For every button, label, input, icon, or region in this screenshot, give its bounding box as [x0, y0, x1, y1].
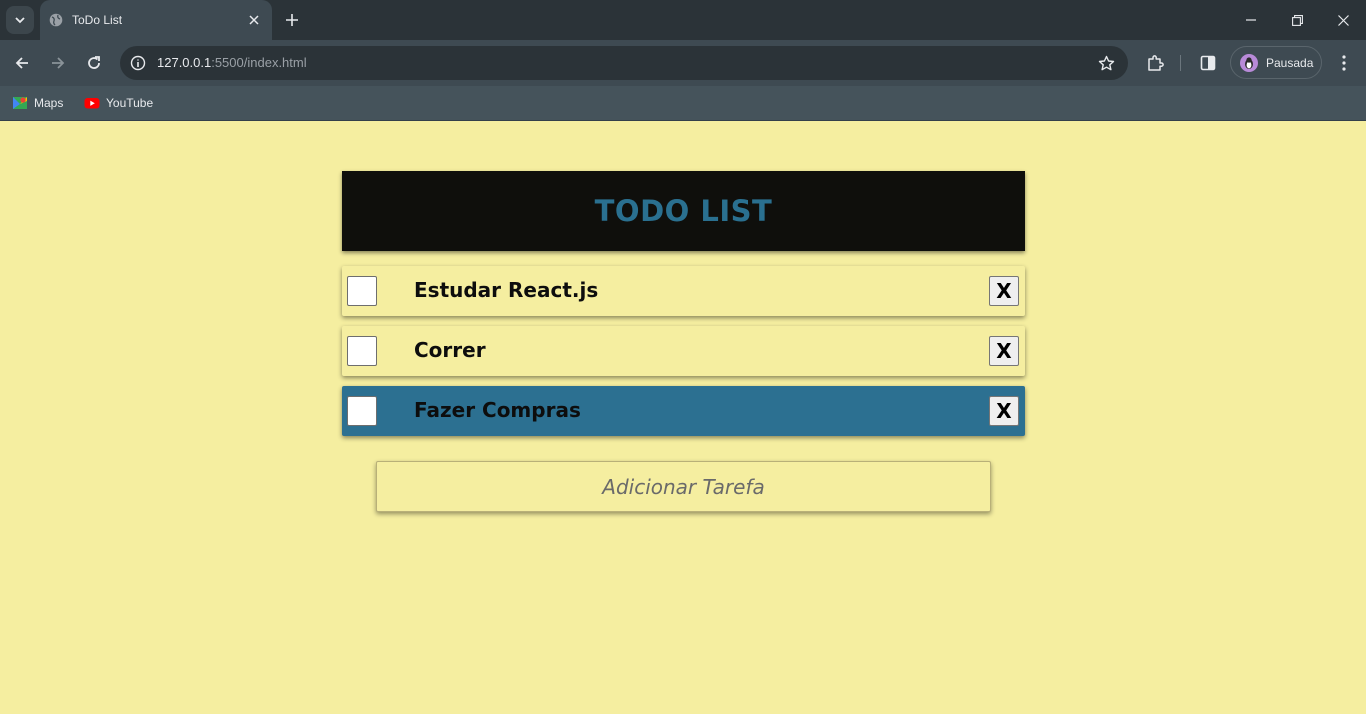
close-icon	[249, 15, 259, 25]
todo-item[interactable]: Estudar React.js X	[342, 266, 1025, 316]
reload-icon	[88, 56, 100, 69]
tab-close-button[interactable]	[244, 10, 264, 30]
close-icon	[1337, 14, 1349, 26]
youtube-icon	[84, 98, 100, 109]
bookmarks-bar: Maps YouTube	[0, 86, 1366, 121]
address-bar[interactable]: 127.0.0.1:5500/index.html	[120, 46, 1128, 80]
task-label: Fazer Compras	[414, 398, 581, 422]
browser-tab[interactable]: ToDo List	[40, 0, 272, 40]
delete-task-button[interactable]: X	[989, 336, 1019, 366]
profile-label: Pausada	[1266, 56, 1314, 70]
star-icon	[1098, 55, 1114, 70]
url-text: 127.0.0.1:5500/index.html	[157, 55, 307, 70]
add-task-input[interactable]	[376, 461, 991, 512]
forward-button[interactable]	[44, 49, 72, 77]
todo-item-highlighted[interactable]: Fazer Compras X	[342, 386, 1025, 436]
bookmark-youtube[interactable]: YouTube	[84, 93, 153, 113]
side-panel-button[interactable]	[1196, 51, 1220, 75]
delete-task-button[interactable]: X	[989, 276, 1019, 306]
site-info-button[interactable]	[126, 51, 150, 75]
info-icon	[130, 55, 146, 71]
bookmark-label: Maps	[34, 96, 64, 110]
tab-title: ToDo List	[72, 13, 123, 27]
globe-icon	[49, 13, 63, 27]
bookmark-label: YouTube	[106, 96, 154, 110]
back-button[interactable]	[8, 49, 36, 77]
task-label: Correr	[414, 338, 486, 362]
puzzle-icon	[1148, 55, 1164, 71]
delete-task-button[interactable]: X	[989, 396, 1019, 426]
restore-button[interactable]	[1274, 0, 1320, 40]
todo-item[interactable]: Correr X	[342, 326, 1025, 376]
chevron-down-icon	[15, 17, 25, 24]
url-path: :5500/index.html	[211, 55, 307, 70]
more-vertical-icon	[1342, 55, 1346, 71]
new-tab-button[interactable]	[280, 8, 304, 32]
close-window-button[interactable]	[1320, 0, 1366, 40]
reload-button[interactable]	[80, 49, 108, 77]
bookmark-maps[interactable]: Maps	[12, 93, 63, 113]
maps-icon	[13, 97, 27, 109]
penguin-avatar-icon	[1245, 57, 1253, 69]
restore-icon	[1291, 14, 1303, 26]
task-label: Estudar React.js	[414, 278, 599, 302]
side-panel-icon	[1200, 55, 1216, 71]
toolbar-divider	[1180, 55, 1181, 71]
task-checkbox[interactable]	[347, 396, 377, 426]
page-content: TODO LIST Estudar React.js X Correr X Fa…	[0, 121, 1366, 714]
minimize-button[interactable]	[1228, 0, 1274, 40]
profile-button[interactable]: Pausada	[1230, 46, 1322, 79]
minimize-icon	[1246, 19, 1256, 21]
browser-menu-button[interactable]	[1332, 51, 1356, 75]
page-title: TODO LIST	[594, 194, 773, 228]
task-checkbox[interactable]	[347, 336, 377, 366]
plus-icon	[286, 14, 298, 26]
arrow-right-icon	[52, 57, 65, 69]
extensions-button[interactable]	[1143, 51, 1167, 75]
url-host: 127.0.0.1	[157, 55, 212, 70]
tab-strip: ToDo List	[0, 0, 1366, 40]
avatar	[1240, 54, 1258, 72]
tab-search-button[interactable]	[6, 6, 34, 34]
app-header: TODO LIST	[342, 171, 1025, 251]
task-checkbox[interactable]	[347, 276, 377, 306]
bookmark-star-button[interactable]	[1096, 53, 1116, 73]
browser-toolbar: 127.0.0.1:5500/index.html Pausada	[0, 40, 1366, 86]
arrow-left-icon	[15, 57, 28, 69]
